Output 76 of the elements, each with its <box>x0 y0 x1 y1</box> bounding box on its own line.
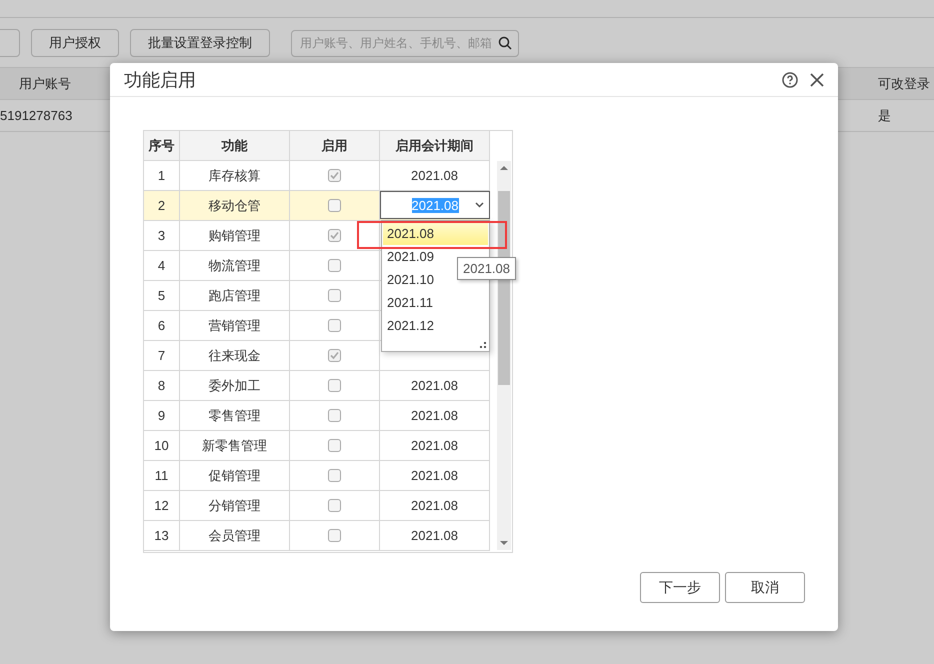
period-value: 2021.08 <box>411 468 458 483</box>
enable-checkbox[interactable] <box>328 439 341 452</box>
function-name: 促销管理 <box>208 466 260 484</box>
function-name: 库存核算 <box>208 166 260 184</box>
function-name: 新零售管理 <box>202 436 267 454</box>
enable-checkbox[interactable] <box>328 289 341 302</box>
period-value: 2021.08 <box>411 498 458 513</box>
row-number: 1 <box>158 168 166 183</box>
column-header: 启用会计期间 <box>396 136 474 154</box>
table-row[interactable]: 9 零售管理 2021.08 <box>144 401 490 431</box>
function-name: 委外加工 <box>208 376 260 394</box>
function-name: 零售管理 <box>208 406 260 424</box>
period-value: 2021.08 <box>411 408 458 423</box>
function-name: 分销管理 <box>208 496 260 514</box>
enable-checkbox[interactable] <box>328 199 341 212</box>
table-row[interactable]: 1 库存核算 2021.08 <box>144 161 490 191</box>
dropdown-option[interactable]: 2021.08 <box>383 222 488 245</box>
enable-checkbox[interactable] <box>328 319 341 332</box>
dialog-title: 功能启用 <box>124 68 196 92</box>
row-number: 13 <box>154 528 169 543</box>
dropdown-option[interactable]: 2021.11 <box>383 291 488 314</box>
row-number: 3 <box>158 228 166 243</box>
row-number: 5 <box>158 288 166 303</box>
row-number: 2 <box>158 198 166 213</box>
enable-checkbox[interactable] <box>328 529 341 542</box>
row-number: 9 <box>158 408 166 423</box>
enable-checkbox[interactable] <box>328 169 341 182</box>
table-cell: 是 <box>878 106 891 124</box>
function-name: 营销管理 <box>208 316 260 334</box>
column-header: 用户账号 <box>19 74 71 92</box>
toolbar-button[interactable]: 批量设置登录控制 <box>130 29 270 57</box>
dropdown-option[interactable]: 2021.12 <box>383 314 488 337</box>
tooltip: 2021.08 <box>457 257 516 280</box>
enable-checkbox[interactable] <box>328 499 341 512</box>
help-icon[interactable] <box>782 72 798 88</box>
column-header: 功能 <box>222 136 248 154</box>
table-row[interactable]: 12 分销管理 2021.08 <box>144 491 490 521</box>
caret-icon <box>475 202 484 208</box>
enable-checkbox[interactable] <box>328 259 341 272</box>
period-value: 2021.08 <box>411 438 458 453</box>
row-number: 6 <box>158 318 166 333</box>
column-header: 可改登录 <box>878 74 930 92</box>
enable-checkbox[interactable] <box>328 229 341 242</box>
row-number: 12 <box>154 498 169 513</box>
table-cell: 5191278763 <box>0 108 72 123</box>
period-value: 2021.08 <box>411 378 458 393</box>
enable-checkbox[interactable] <box>328 379 341 392</box>
table-row[interactable]: 13 会员管理 2021.08 <box>144 521 490 551</box>
period-value: 2021.08 <box>411 168 458 183</box>
dialog-button[interactable]: 取消 <box>725 572 805 603</box>
enable-checkbox[interactable] <box>328 349 341 362</box>
row-number: 7 <box>158 348 166 363</box>
column-header: 序号 <box>148 136 174 154</box>
period-value: 2021.08 <box>411 528 458 543</box>
table-row[interactable]: 11 促销管理 2021.08 <box>144 461 490 491</box>
row-number: 11 <box>154 468 168 483</box>
search-icon[interactable] <box>498 36 512 50</box>
row-number: 8 <box>158 378 166 393</box>
toolbar-button[interactable]: 用户授权 <box>31 29 119 57</box>
row-number: 4 <box>158 258 166 273</box>
close-icon[interactable] <box>810 72 824 86</box>
function-name: 购销管理 <box>208 226 260 244</box>
table-row[interactable]: 10 新零售管理 2021.08 <box>144 431 490 461</box>
resize-grip-icon[interactable] <box>480 342 486 348</box>
function-name: 物流管理 <box>208 256 260 274</box>
function-name: 跑店管理 <box>208 286 260 304</box>
enable-checkbox[interactable] <box>328 469 341 482</box>
function-name: 移动仓管 <box>208 196 260 214</box>
search-field[interactable]: 用户账号、用户姓名、手机号、邮箱 <box>291 30 519 56</box>
function-name: 会员管理 <box>208 526 260 544</box>
dialog-button[interactable]: 下一步 <box>640 572 720 603</box>
table-row[interactable]: 8 委外加工 2021.08 <box>144 371 490 401</box>
row-number: 10 <box>154 438 169 453</box>
enable-checkbox[interactable] <box>328 409 341 422</box>
function-name: 往来现金 <box>208 346 260 364</box>
column-header: 启用 <box>322 136 348 154</box>
